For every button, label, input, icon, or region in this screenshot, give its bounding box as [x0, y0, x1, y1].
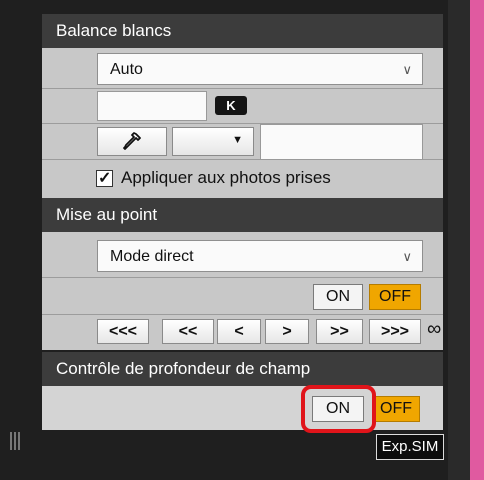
apply-to-photos-label: Appliquer aux photos prises — [121, 168, 331, 187]
focus-mode-select[interactable]: Mode direct ∨ — [97, 240, 423, 272]
infinity-icon: ∞ — [427, 318, 442, 340]
focus-off-button[interactable]: OFF — [369, 284, 421, 310]
focus-mode-value: Mode direct — [110, 248, 194, 265]
resize-handle[interactable] — [10, 432, 22, 450]
chevron-down-icon: ∨ — [402, 249, 412, 264]
side-divider — [448, 0, 470, 480]
white-balance-preset-dropdown[interactable]: ▼ — [172, 127, 254, 156]
focus-step-far-medium[interactable]: >> — [316, 319, 363, 344]
focus-step-near-small[interactable]: < — [217, 319, 261, 344]
dof-off-button[interactable]: OFF — [372, 396, 420, 422]
white-balance-mode-value: Auto — [110, 61, 143, 78]
focus-header: Mise au point — [42, 198, 443, 232]
kelvin-badge: K — [215, 96, 247, 115]
dof-header: Contrôle de profondeur de champ — [42, 352, 443, 386]
white-balance-preset-value[interactable] — [260, 124, 423, 160]
apply-to-photos-checkbox[interactable]: ✓ — [96, 170, 113, 187]
white-balance-header: Balance blancs — [42, 14, 443, 48]
highlight-ring — [301, 385, 376, 433]
chevron-down-icon: ∨ — [402, 62, 412, 77]
checkmark-icon: ✓ — [98, 170, 112, 187]
white-balance-dropper-button[interactable] — [97, 127, 167, 156]
focus-step-far-large[interactable]: >>> — [369, 319, 421, 344]
caret-down-icon: ▼ — [232, 134, 243, 146]
white-balance-mode-select[interactable]: Auto ∨ — [97, 53, 423, 85]
focus-step-far-small[interactable]: > — [265, 319, 309, 344]
exp-sim-badge: Exp.SIM — [376, 434, 444, 460]
focus-step-near-medium[interactable]: << — [162, 319, 214, 344]
eyedropper-icon — [123, 132, 141, 150]
side-strip — [470, 0, 484, 480]
focus-on-button[interactable]: ON — [313, 284, 363, 310]
kelvin-input[interactable] — [97, 91, 207, 121]
focus-step-near-large[interactable]: <<< — [97, 319, 149, 344]
